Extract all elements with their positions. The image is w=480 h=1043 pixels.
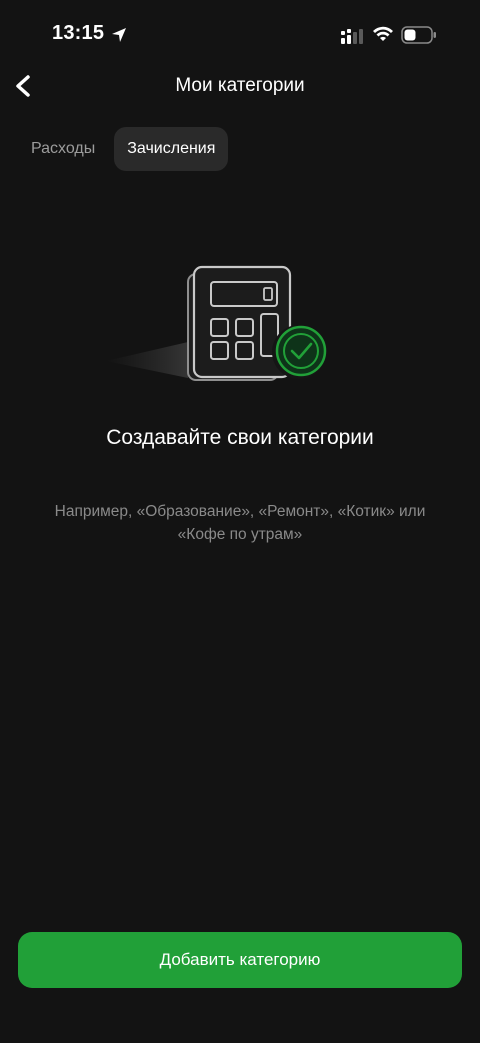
category-tabs: Расходы Зачисления — [18, 127, 229, 171]
cellular-signal-icon — [340, 27, 364, 45]
status-time: 13:15 — [52, 22, 105, 44]
wifi-icon — [371, 25, 395, 43]
tab-expenses[interactable]: Расходы — [18, 127, 108, 171]
empty-state-title: Создавайте свои категории — [106, 426, 374, 449]
add-category-button[interactable]: Добавить категорию — [18, 932, 462, 988]
calculator-illustration — [100, 260, 340, 390]
tab-income[interactable]: Зачисления — [114, 127, 229, 171]
empty-state-description: Например, «Образование», «Ремонт», «Коти… — [54, 503, 426, 543]
header: Мои категории — [0, 60, 480, 114]
battery-icon — [401, 25, 437, 45]
location-arrow-icon — [110, 26, 128, 44]
page-title: Мои категории — [175, 75, 305, 96]
